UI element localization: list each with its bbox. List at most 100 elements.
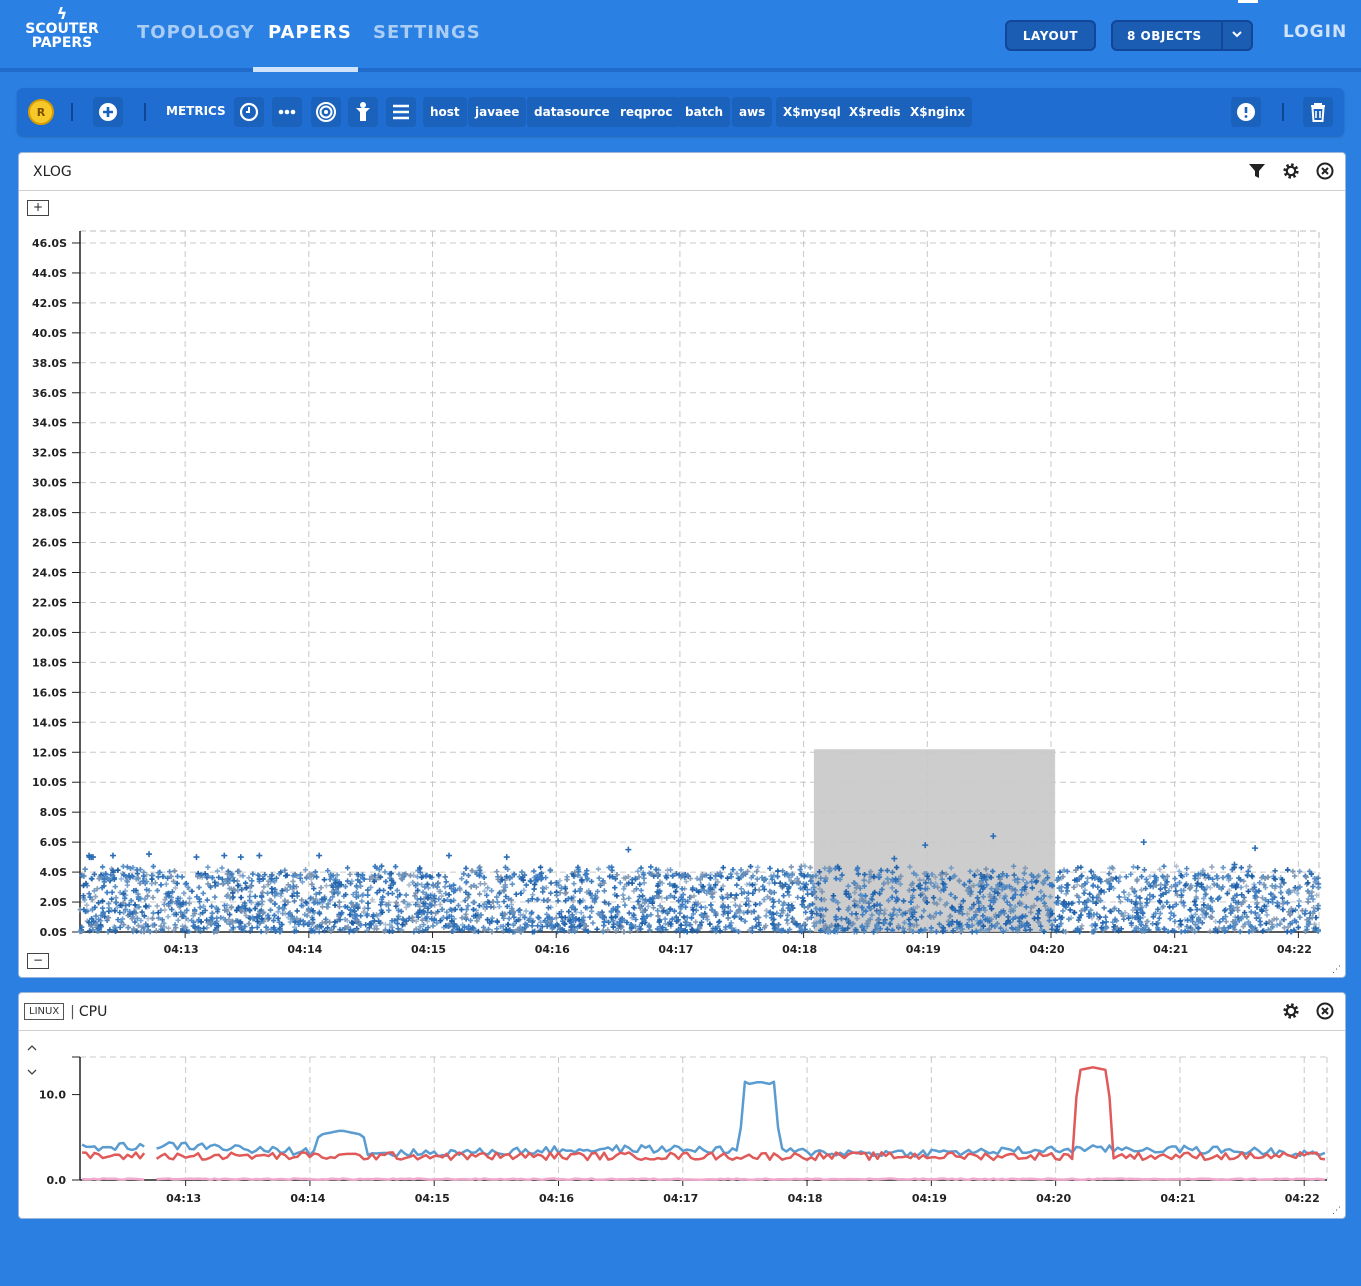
scatter-point bbox=[219, 865, 225, 871]
scatter-point bbox=[1247, 864, 1253, 870]
scatter-point bbox=[531, 886, 537, 892]
scatter-point bbox=[1194, 906, 1200, 913]
scatter-point bbox=[1238, 865, 1244, 871]
scatter-point bbox=[242, 880, 249, 886]
add-metric-icon[interactable] bbox=[93, 97, 123, 127]
window-indicator bbox=[1238, 0, 1258, 3]
scatter-point bbox=[1144, 896, 1150, 902]
alert-icon[interactable] bbox=[1231, 97, 1261, 127]
scatter-point bbox=[620, 892, 626, 898]
scatter-point bbox=[365, 892, 371, 898]
nav-papers[interactable]: PAPERS bbox=[268, 22, 352, 43]
scatter-point bbox=[336, 899, 342, 905]
scatter-point bbox=[734, 882, 740, 888]
scatter-point bbox=[437, 901, 443, 908]
tag-aws[interactable]: aws bbox=[732, 97, 773, 127]
scatter-point bbox=[258, 929, 264, 935]
scatter-point bbox=[1187, 907, 1193, 913]
y-tick-label: 38.0S bbox=[32, 357, 67, 370]
layout-button[interactable]: LAYOUT bbox=[1005, 20, 1096, 51]
y-tick-label: 8.0S bbox=[40, 806, 67, 819]
scatter-point bbox=[150, 894, 156, 901]
scatter-point bbox=[1076, 899, 1082, 905]
scatter-point bbox=[1280, 906, 1286, 913]
scatter-point bbox=[638, 887, 644, 894]
xlog-panel-header: XLOG bbox=[19, 153, 1345, 191]
tag-datasource[interactable]: datasource bbox=[527, 97, 617, 127]
gear-icon[interactable] bbox=[1281, 161, 1301, 181]
xlog-scatter-chart[interactable]: 0.0S2.0S4.0S6.0S8.0S10.0S12.0S14.0S16.0S… bbox=[19, 191, 1345, 977]
x-tick-label: 04:15 bbox=[411, 943, 446, 956]
scatter-point bbox=[578, 910, 584, 916]
scatter-point bbox=[125, 925, 131, 931]
nav-active-underline bbox=[253, 67, 358, 72]
nav-settings[interactable]: SETTINGS bbox=[373, 22, 481, 43]
nav-topology[interactable]: TOPOLOGY bbox=[137, 22, 255, 43]
scatter-point bbox=[359, 898, 365, 904]
scatter-point bbox=[1158, 882, 1164, 888]
y-tick-label: 20.0S bbox=[32, 626, 67, 639]
scatter-point bbox=[367, 884, 374, 890]
toolbar-divider bbox=[1282, 103, 1284, 121]
login-link[interactable]: LOGIN bbox=[1283, 22, 1347, 42]
filter-icon[interactable] bbox=[1247, 161, 1267, 181]
tag-host[interactable]: host bbox=[423, 97, 467, 127]
scatter-point bbox=[807, 864, 813, 871]
scatter-point bbox=[386, 907, 392, 913]
scatter-point bbox=[1193, 888, 1199, 894]
realtime-badge[interactable]: R bbox=[28, 99, 54, 125]
scatter-point bbox=[117, 924, 123, 930]
more-icon[interactable] bbox=[272, 97, 302, 127]
profile-icon[interactable] bbox=[348, 97, 378, 127]
scatter-point bbox=[720, 911, 726, 918]
tag-mysql[interactable]: X$mysql bbox=[776, 97, 848, 127]
scatter-point bbox=[314, 874, 320, 880]
scatter-point bbox=[99, 864, 106, 870]
scatter-point bbox=[174, 873, 181, 879]
close-icon[interactable] bbox=[1315, 161, 1335, 181]
scatter-point bbox=[145, 916, 151, 922]
y-tick-label: 34.0S bbox=[32, 417, 67, 430]
logo-bottom-text: PAPERS bbox=[31, 35, 93, 51]
scatter-point bbox=[612, 885, 618, 891]
scatter-point bbox=[1082, 887, 1088, 893]
scatter-point bbox=[247, 889, 254, 895]
scatter-point bbox=[443, 879, 449, 885]
tag-reqproc[interactable]: reqproc bbox=[613, 97, 680, 127]
trash-icon[interactable] bbox=[1303, 97, 1333, 127]
scatter-point bbox=[382, 922, 389, 928]
target-icon[interactable] bbox=[311, 97, 341, 127]
clock-icon[interactable] bbox=[234, 97, 264, 127]
tag-nginx[interactable]: X$nginx bbox=[903, 97, 973, 127]
y-tick-label: 4.0S bbox=[40, 866, 67, 879]
app-logo[interactable]: ϟ SCOUTER PAPERS bbox=[22, 6, 102, 51]
scatter-point bbox=[270, 917, 277, 924]
scatter-point bbox=[1184, 865, 1190, 872]
list-icon[interactable] bbox=[386, 97, 416, 127]
scatter-point bbox=[494, 894, 500, 900]
scatter-point bbox=[1172, 875, 1178, 882]
scatter-point bbox=[113, 899, 119, 905]
scatter-point bbox=[1297, 868, 1303, 874]
tag-javaee[interactable]: javaee bbox=[468, 97, 527, 127]
scatter-point bbox=[365, 905, 371, 911]
tag-redis[interactable]: X$redis bbox=[842, 97, 908, 127]
scatter-point bbox=[1060, 908, 1066, 914]
scatter-point bbox=[1130, 864, 1137, 870]
scatter-point bbox=[297, 872, 304, 878]
scatter-point bbox=[594, 926, 600, 932]
objects-button[interactable]: 8 OBJECTS bbox=[1111, 20, 1253, 51]
scatter-point bbox=[1182, 928, 1188, 934]
scatter-point bbox=[442, 884, 448, 890]
tag-batch[interactable]: batch bbox=[678, 97, 731, 127]
scatter-point bbox=[693, 919, 699, 925]
scatter-point bbox=[1192, 902, 1199, 908]
scatter-point bbox=[205, 864, 211, 870]
scatter-point bbox=[1296, 903, 1302, 909]
chevron-down-icon[interactable] bbox=[1230, 27, 1244, 44]
scatter-point bbox=[259, 894, 265, 900]
scatter-point bbox=[186, 895, 193, 901]
scatter-point bbox=[535, 923, 541, 929]
scatter-point bbox=[1123, 874, 1129, 880]
scatter-point bbox=[1244, 873, 1251, 879]
